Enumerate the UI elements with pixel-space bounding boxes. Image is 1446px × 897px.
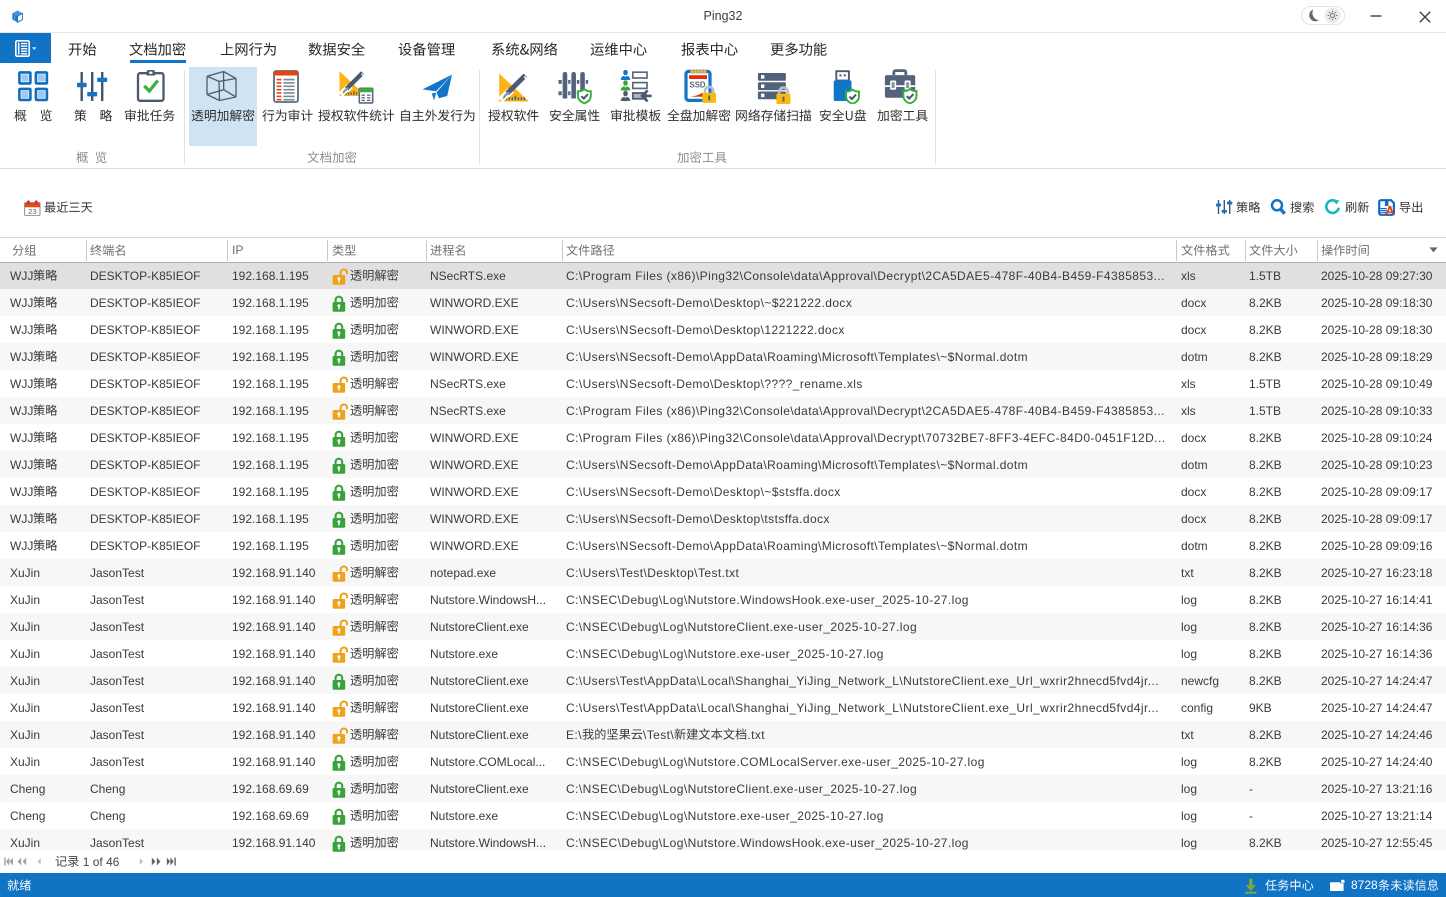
svg-text:SSD: SSD — [690, 81, 706, 90]
